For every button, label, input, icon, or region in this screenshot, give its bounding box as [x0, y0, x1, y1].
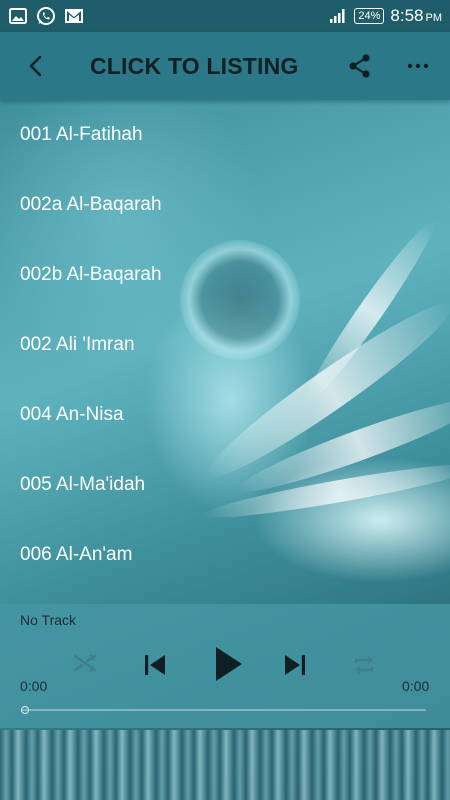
- total-time: 0:00: [402, 678, 430, 694]
- gmail-icon: [64, 6, 84, 26]
- audio-player: No Track 0:00 0:00: [0, 604, 450, 728]
- play-icon: [216, 647, 242, 681]
- previous-icon: [145, 655, 165, 675]
- repeat-button[interactable]: [348, 650, 380, 680]
- list-item[interactable]: 002b Al-Baqarah: [0, 240, 450, 310]
- current-time: 0:00: [20, 678, 48, 694]
- list-item[interactable]: 004 An-Nisa: [0, 380, 450, 450]
- repeat-icon: [354, 656, 374, 674]
- previous-button[interactable]: [138, 648, 172, 682]
- shuffle-button[interactable]: [70, 648, 100, 678]
- list-item[interactable]: 001 Al-Fatihah: [0, 100, 450, 170]
- image-icon: [8, 6, 28, 26]
- page-title: CLICK TO LISTING: [90, 52, 299, 79]
- more-options-button[interactable]: [394, 38, 442, 94]
- list-item[interactable]: 002a Al-Baqarah: [0, 170, 450, 240]
- more-horizontal-icon: [407, 63, 429, 69]
- list-item[interactable]: 002 Ali 'Imran: [0, 310, 450, 380]
- notification-icons: [8, 6, 84, 26]
- play-button[interactable]: [206, 642, 250, 686]
- share-icon: [349, 54, 370, 78]
- seek-thumb[interactable]: [21, 706, 29, 714]
- seek-bar[interactable]: [22, 709, 426, 711]
- list-item[interactable]: 005 Al-Ma'idah: [0, 450, 450, 520]
- whatsapp-icon: [36, 6, 56, 26]
- next-icon: [285, 655, 305, 675]
- app-bar: CLICK TO LISTING: [0, 32, 450, 100]
- shuffle-icon: [73, 654, 97, 672]
- clock: 8:58 PM: [390, 6, 442, 26]
- signal-icon: [328, 6, 348, 26]
- next-button[interactable]: [278, 648, 312, 682]
- status-bar: 24% 8:58 PM: [0, 0, 450, 32]
- track-list: 001 Al-Fatihah 002a Al-Baqarah 002b Al-B…: [0, 100, 450, 590]
- battery-icon: 24%: [354, 8, 385, 24]
- floor-pattern: [0, 730, 450, 800]
- time-text: 8:58: [390, 6, 424, 25]
- share-button[interactable]: [336, 38, 384, 94]
- list-item[interactable]: 006 Al-An'am: [0, 520, 450, 590]
- ampm-text: PM: [425, 12, 443, 24]
- back-arrow-icon: [29, 55, 42, 77]
- back-button[interactable]: [8, 38, 64, 94]
- track-name: No Track: [20, 612, 77, 628]
